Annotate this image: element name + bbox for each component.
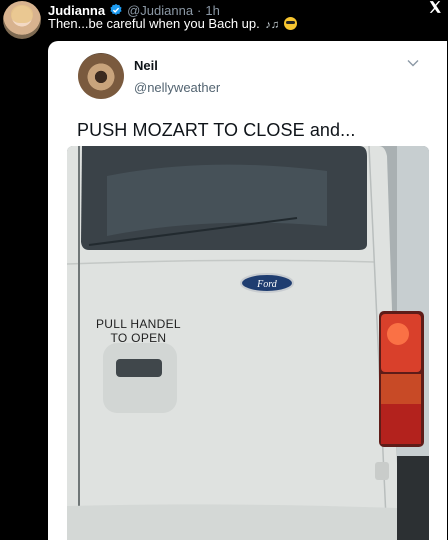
quoted-avatar[interactable]: [78, 53, 124, 99]
chevron-down-icon[interactable]: [407, 59, 419, 67]
tweet-text-row: Then...be careful when you Bach up. ♪♫: [48, 16, 297, 31]
ford-badge-text: Ford: [256, 279, 278, 290]
avatar[interactable]: [3, 1, 41, 39]
music-notes-emoji: ♪♫: [265, 19, 280, 31]
sunglasses-emoji-icon: [283, 17, 297, 30]
x-logo-icon: [429, 1, 441, 13]
sticker-line-1: PULL HANDEL: [96, 317, 181, 331]
tweet-photo[interactable]: Ford PULL HANDEL TO OPEN: [67, 146, 429, 540]
sticker-line-2: TO OPEN: [110, 331, 167, 345]
tweet-text: Then...be careful when you Bach up.: [48, 16, 260, 31]
verified-badge-icon: [110, 3, 122, 15]
quoted-tweet-card[interactable]: Neil @nellyweather PUSH MOZART TO CLOSE …: [48, 41, 447, 540]
quoted-handle[interactable]: @nellyweather: [134, 80, 220, 95]
quoted-tweet-text: PUSH MOZART TO CLOSE and...: [77, 120, 356, 140]
pull-handel-sticker: PULL HANDEL TO OPEN: [96, 317, 181, 345]
quoted-display-name[interactable]: Neil: [134, 58, 158, 73]
